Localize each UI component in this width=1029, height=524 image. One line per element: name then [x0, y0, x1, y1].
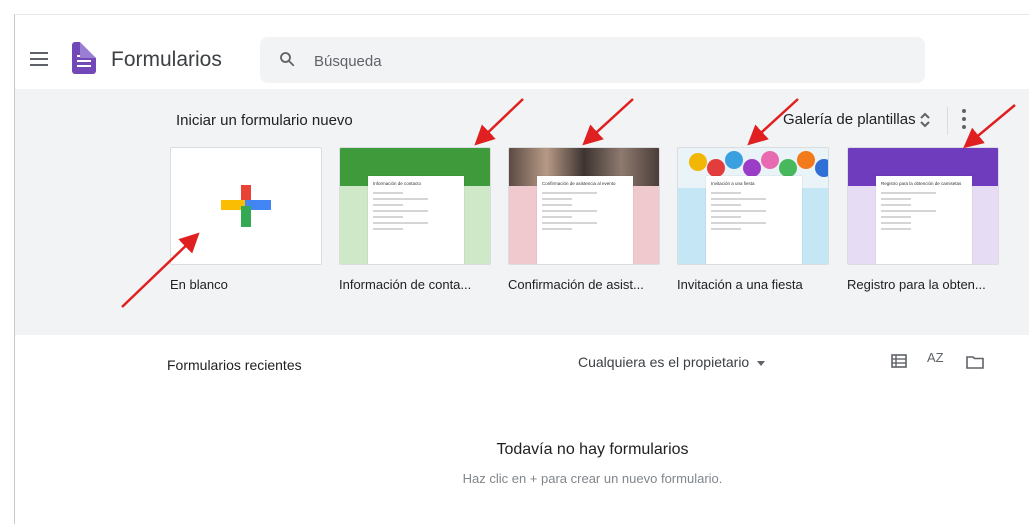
- search-bar[interactable]: [260, 37, 925, 85]
- forms-logo-icon: [72, 42, 96, 74]
- contact-thumbnail[interactable]: Información de contacto: [339, 147, 491, 265]
- recent-forms-title: Formularios recientes: [167, 357, 302, 373]
- form-preview: Información de contacto: [368, 176, 464, 264]
- folder-icon[interactable]: [966, 355, 984, 369]
- more-options-icon[interactable]: [961, 109, 967, 131]
- template-card-contact[interactable]: Información de contacto Información de c…: [339, 147, 491, 292]
- sort-az-icon[interactable]: AZ: [927, 350, 944, 365]
- forms-home: Formularios Iniciar un formulario nuevo …: [14, 14, 1029, 524]
- tshirt-thumbnail[interactable]: Registro para la obtención de camisetas: [847, 147, 999, 265]
- template-card-tshirt[interactable]: Registro para la obtención de camisetas …: [847, 147, 999, 292]
- search-input[interactable]: [312, 37, 876, 85]
- template-card-blank[interactable]: En blanco: [170, 147, 322, 292]
- template-gallery-section: Iniciar un formulario nuevo Galería de p…: [15, 89, 1029, 335]
- form-preview: Invitación a una fiesta: [706, 176, 802, 264]
- template-gallery-button[interactable]: Galería de plantillas: [783, 111, 916, 128]
- card-label: Confirmación de asist...: [508, 277, 644, 292]
- form-preview: Confirmación de asistencia al evento: [537, 176, 633, 264]
- top-bar: Formularios: [15, 15, 1029, 89]
- party-thumbnail[interactable]: Invitación a una fiesta: [677, 147, 829, 265]
- app-title: Formularios: [111, 48, 222, 71]
- search-icon[interactable]: [278, 50, 296, 68]
- owner-filter-label: Cualquiera es el propietario: [578, 354, 750, 370]
- form-preview: Registro para la obtención de camisetas: [876, 176, 972, 264]
- list-view-icon[interactable]: [891, 354, 907, 368]
- template-card-party[interactable]: Invitación a una fiesta Invitación a una…: [677, 147, 829, 292]
- card-label: Información de conta...: [339, 277, 472, 292]
- card-label: En blanco: [170, 277, 228, 292]
- blank-thumbnail[interactable]: [170, 147, 322, 265]
- card-label: Registro para la obten...: [847, 277, 986, 292]
- template-card-rsvp[interactable]: Confirmación de asistencia al evento Con…: [508, 147, 660, 292]
- owner-filter-dropdown[interactable]: Cualquiera es el propietario: [578, 354, 766, 370]
- divider: [947, 107, 948, 135]
- unfold-icon[interactable]: [918, 111, 932, 129]
- rsvp-thumbnail[interactable]: Confirmación de asistencia al evento: [508, 147, 660, 265]
- empty-state: Todavía no hay formularios Haz clic en +…: [165, 395, 1020, 524]
- caret-down-icon: [757, 360, 766, 366]
- plus-icon: [221, 185, 271, 227]
- empty-state-subtitle: Haz clic en + para crear un nuevo formul…: [462, 471, 723, 486]
- card-label: Invitación a una fiesta: [677, 277, 803, 292]
- section-title: Iniciar un formulario nuevo: [176, 112, 353, 129]
- hamburger-menu-icon[interactable]: [30, 52, 50, 70]
- empty-state-title: Todavía no hay formularios: [496, 441, 689, 458]
